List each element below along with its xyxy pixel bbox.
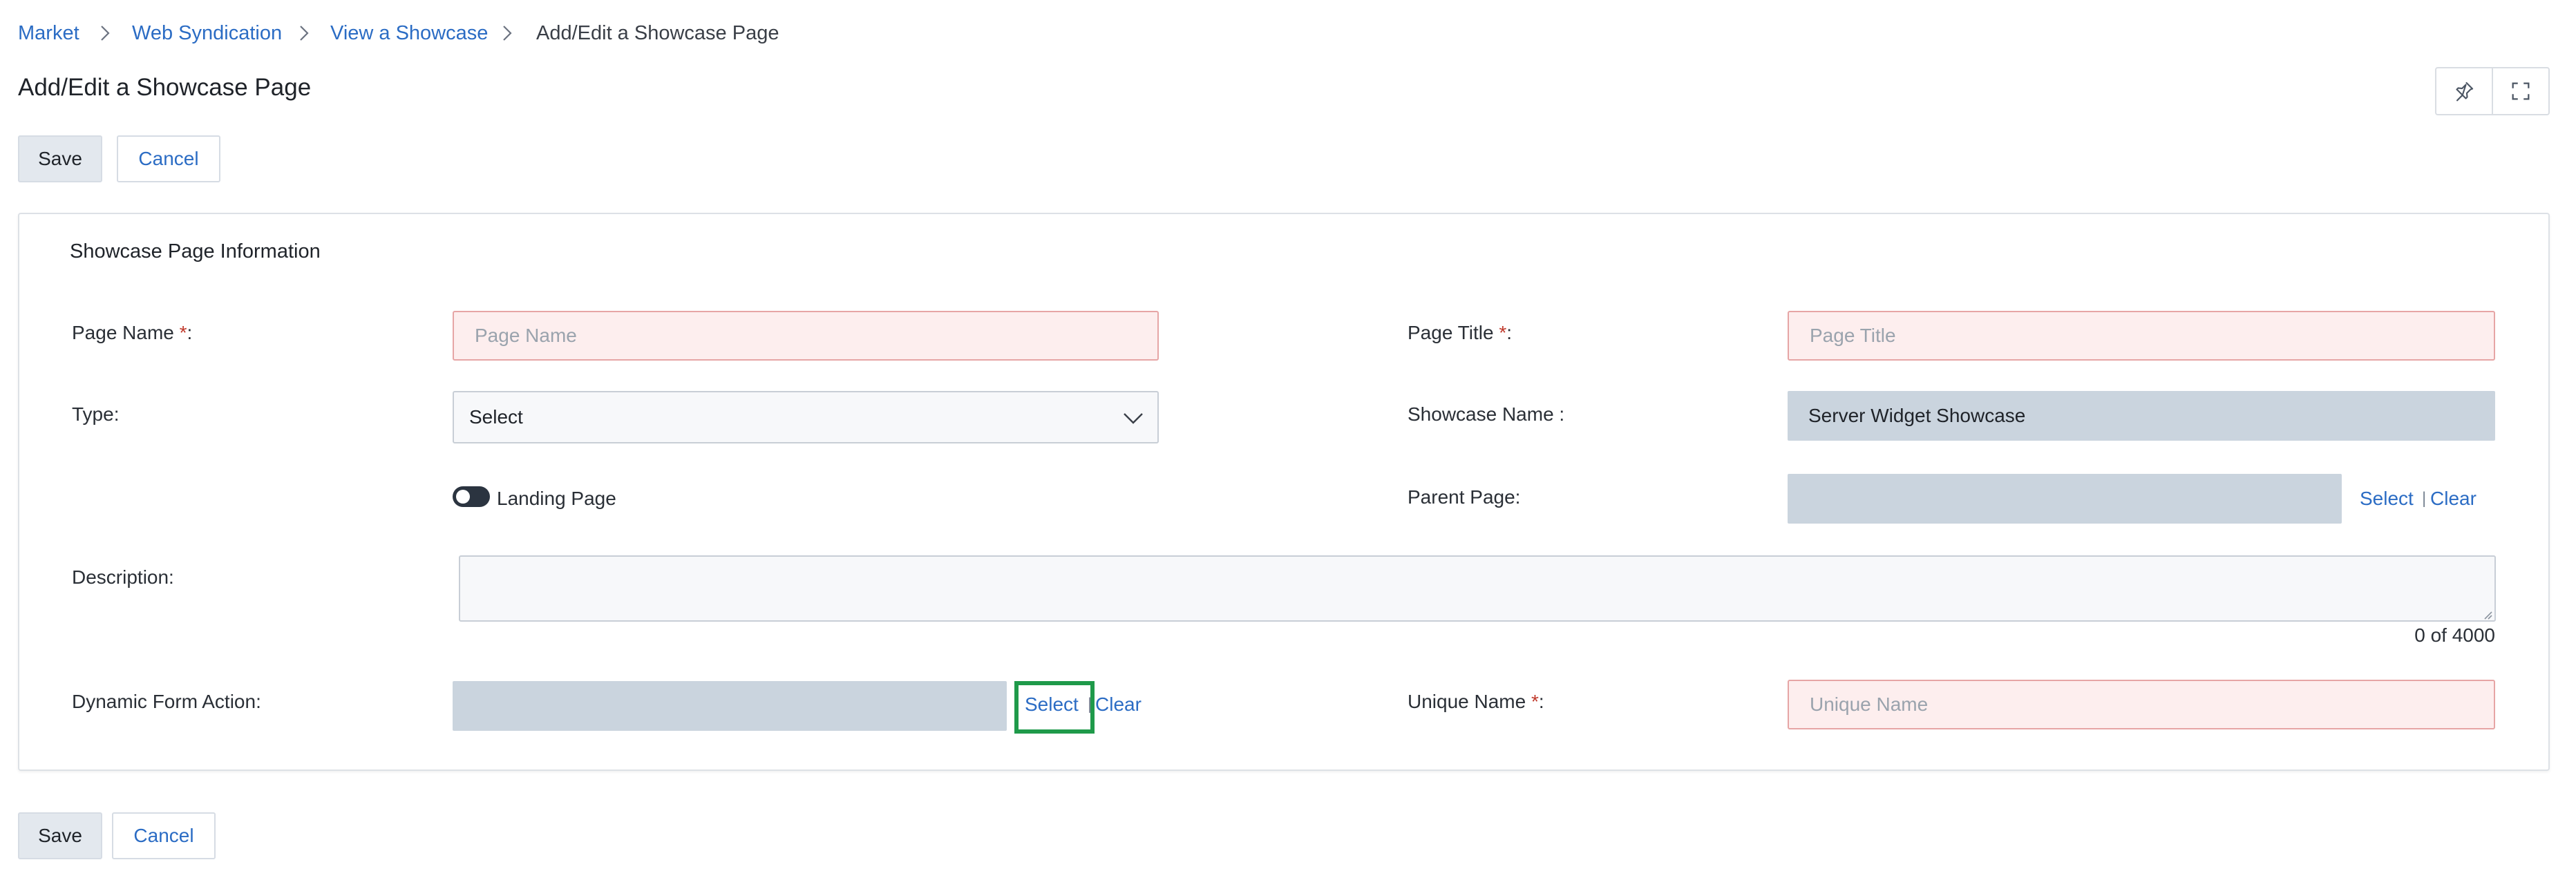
dynamic-form-action-field	[453, 681, 1007, 731]
parent-page-field	[1788, 474, 2342, 524]
section-title: Showcase Page Information	[70, 240, 321, 262]
showcase-name-value: Server Widget Showcase	[1788, 391, 2495, 441]
chevron-right-icon	[300, 26, 309, 41]
unique-name-label: Unique Name *:	[1408, 691, 1544, 712]
parent-page-link-separator: |	[2422, 489, 2427, 508]
save-button-top[interactable]: Save	[18, 135, 102, 182]
save-button-bottom[interactable]: Save	[18, 812, 102, 859]
header-icon-group	[2435, 67, 2550, 115]
cancel-button-bottom[interactable]: Cancel	[112, 812, 216, 859]
parent-page-clear-link[interactable]: Clear	[2430, 486, 2476, 511]
pin-button[interactable]	[2436, 68, 2492, 114]
breadcrumb-link-web-syndication[interactable]: Web Syndication	[132, 21, 282, 46]
chevron-right-icon	[101, 26, 110, 41]
page-title-input[interactable]	[1788, 311, 2495, 361]
page-title: Add/Edit a Showcase Page	[18, 74, 312, 101]
fullscreen-button[interactable]	[2492, 68, 2548, 114]
dynamic-form-action-clear-link[interactable]: Clear	[1095, 692, 1142, 717]
description-char-counter: 0 of 4000	[2414, 624, 2495, 646]
fullscreen-icon	[2512, 82, 2530, 100]
dynamic-form-action-select-link[interactable]: Select	[1025, 692, 1079, 717]
cancel-button-top[interactable]: Cancel	[117, 135, 220, 182]
description-textarea[interactable]	[459, 555, 2496, 622]
landing-page-label: Landing Page	[497, 488, 616, 509]
resize-grip-icon[interactable]	[2482, 609, 2493, 620]
type-select[interactable]: Select	[453, 391, 1159, 443]
chevron-right-icon	[503, 26, 512, 41]
showcase-name-label: Showcase Name :	[1408, 403, 1565, 425]
type-select-value: Select	[469, 406, 523, 428]
breadcrumb-link-view-showcase[interactable]: View a Showcase	[330, 21, 488, 46]
toggle-knob	[456, 490, 470, 504]
parent-page-label: Parent Page:	[1408, 486, 1521, 508]
page-name-label: Page Name *:	[72, 322, 193, 343]
chevron-down-icon	[1124, 413, 1143, 424]
breadcrumb-current: Add/Edit a Showcase Page	[536, 22, 779, 44]
dynamic-form-action-link-separator: |	[1088, 695, 1092, 714]
type-label: Type:	[72, 403, 120, 425]
breadcrumb-link-market[interactable]: Market	[18, 21, 79, 46]
dynamic-form-action-label: Dynamic Form Action:	[72, 691, 261, 712]
pin-icon	[2456, 82, 2474, 102]
page-title-label: Page Title *:	[1408, 322, 1512, 343]
unique-name-input[interactable]	[1788, 680, 2495, 729]
parent-page-select-link[interactable]: Select	[2360, 486, 2414, 511]
description-label: Description:	[72, 566, 174, 588]
landing-page-toggle[interactable]	[453, 486, 490, 507]
page-name-input[interactable]	[453, 311, 1159, 361]
